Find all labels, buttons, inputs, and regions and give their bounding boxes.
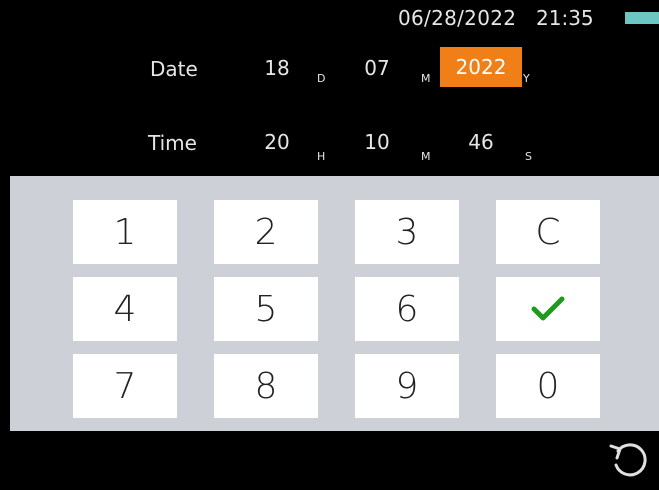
key-3[interactable]: 3 — [355, 200, 459, 264]
day-unit: D — [317, 72, 326, 85]
status-time: 21:35 — [536, 6, 594, 30]
key-7[interactable]: 7 — [73, 354, 177, 418]
check-icon — [531, 296, 565, 321]
minute-field[interactable]: 10 — [336, 122, 418, 162]
back-button[interactable] — [608, 437, 652, 483]
key-clear[interactable]: C — [496, 200, 600, 264]
keypad-panel: 1 2 3 C 4 5 6 7 8 9 0 — [10, 176, 659, 431]
year-field[interactable]: 2022 — [440, 47, 522, 87]
key-1[interactable]: 1 — [73, 200, 177, 264]
status-bar: 06/28/2022 21:35 — [0, 0, 659, 36]
key-5[interactable]: 5 — [214, 277, 318, 341]
hour-unit: H — [317, 150, 326, 163]
month-unit: M — [421, 72, 431, 85]
key-9[interactable]: 9 — [355, 354, 459, 418]
month-field[interactable]: 07 — [336, 48, 418, 88]
minute-unit: M — [421, 150, 431, 163]
confirm-button[interactable] — [496, 277, 600, 341]
rotate-back-icon — [609, 443, 647, 477]
hour-field[interactable]: 20 — [236, 122, 318, 162]
key-6[interactable]: 6 — [355, 277, 459, 341]
year-unit: Y — [523, 72, 530, 85]
second-unit: S — [525, 150, 532, 163]
second-field[interactable]: 46 — [440, 122, 522, 162]
key-2[interactable]: 2 — [214, 200, 318, 264]
day-field[interactable]: 18 — [236, 48, 318, 88]
battery-icon — [625, 12, 659, 24]
date-label: Date — [150, 57, 198, 81]
key-4[interactable]: 4 — [73, 277, 177, 341]
time-label: Time — [148, 131, 197, 155]
status-date: 06/28/2022 — [398, 6, 517, 30]
bottom-bar — [0, 431, 659, 490]
key-0[interactable]: 0 — [496, 354, 600, 418]
key-8[interactable]: 8 — [214, 354, 318, 418]
